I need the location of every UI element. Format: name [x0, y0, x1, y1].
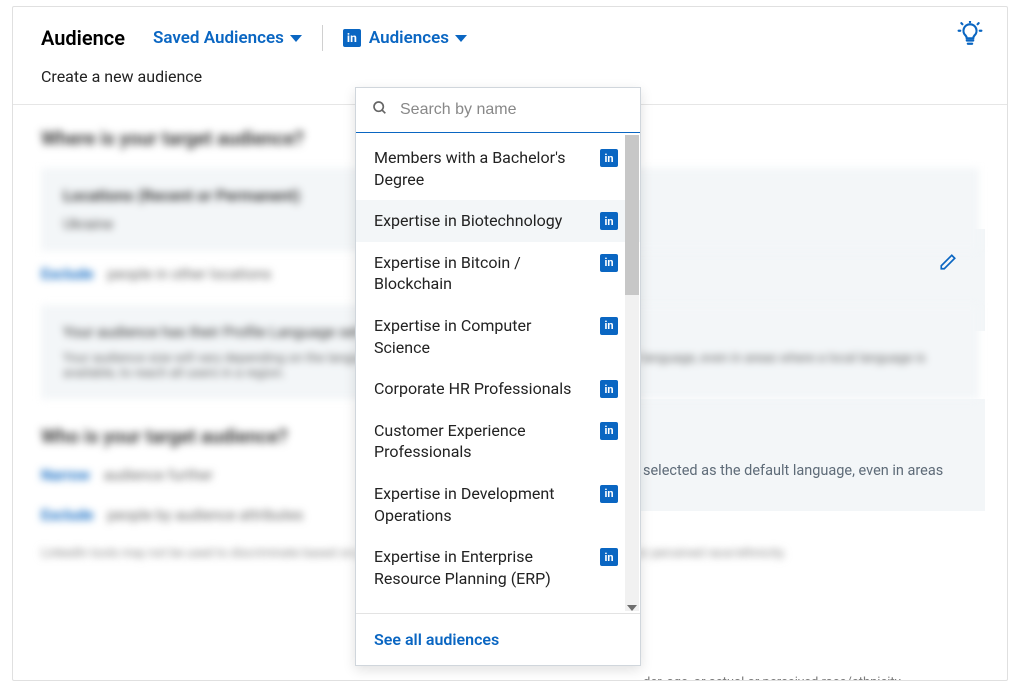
- dropdown-item[interactable]: Expertise in Development Operations in: [356, 473, 640, 536]
- dropdown-footer: See all audiences: [356, 613, 640, 665]
- lightbulb-icon: [957, 21, 983, 47]
- see-all-audiences-link[interactable]: See all audiences: [374, 630, 499, 649]
- linkedin-icon: in: [600, 254, 618, 272]
- chevron-down-icon: [290, 35, 302, 42]
- search-icon: [372, 100, 388, 120]
- scroll-down-arrow-icon[interactable]: [627, 605, 637, 611]
- dropdown-item[interactable]: Customer Experience Professionals in: [356, 410, 640, 473]
- dropdown-list[interactable]: Members with a Bachelor's DegreeinExpert…: [356, 133, 640, 613]
- exclude-locations-text: people in other locations: [107, 265, 271, 283]
- exclude-attr-text: people by audience attributes: [107, 506, 303, 524]
- audience-card: Audience Saved Audiences in Audiences Cr…: [12, 6, 1008, 681]
- page-title: Audience: [41, 26, 125, 50]
- narrow-text: audience further: [104, 466, 213, 484]
- dropdown-item[interactable]: Members with a Bachelor's Degree in: [356, 137, 640, 200]
- fine-print-visible-tail: der, age, or actual or perceived race/et…: [643, 675, 904, 681]
- linkedin-icon: in: [600, 212, 618, 230]
- vertical-divider: [322, 25, 323, 51]
- dropdown-item[interactable]: Expertise in Biotechnology in: [356, 200, 640, 242]
- linkedin-icon: in: [600, 317, 618, 335]
- audiences-label: Audiences: [369, 28, 449, 48]
- dropdown-item[interactable]: Expertise in Computer Science in: [356, 305, 640, 368]
- saved-audiences-dropdown[interactable]: Saved Audiences: [153, 28, 302, 48]
- dropdown-item-label: Members with a Bachelor's Degree: [374, 147, 574, 190]
- tips-button[interactable]: [957, 21, 983, 53]
- dropdown-search-row: [356, 88, 640, 133]
- saved-audiences-label: Saved Audiences: [153, 28, 284, 48]
- exclude-link[interactable]: Exclude: [41, 265, 94, 283]
- language-sub-visible-tail: selected as the default language, even i…: [643, 462, 943, 479]
- dropdown-item-label: Corporate HR Professionals: [374, 378, 571, 400]
- exclude-attr-link[interactable]: Exclude: [41, 506, 94, 524]
- dropdown-item-label: Expertise in Computer Science: [374, 315, 574, 358]
- dropdown-item-label: Expertise in Enterprise Resource Plannin…: [374, 546, 574, 589]
- dropdown-item[interactable]: Expertise in Enterprise Resource Plannin…: [356, 536, 640, 599]
- audiences-dropdown[interactable]: in Audiences: [343, 28, 467, 48]
- linkedin-icon: in: [600, 149, 618, 167]
- linkedin-icon: in: [600, 548, 618, 566]
- chevron-down-icon: [455, 35, 467, 42]
- audiences-dropdown-panel: Members with a Bachelor's DegreeinExpert…: [355, 87, 641, 666]
- dropdown-list-container: Members with a Bachelor's DegreeinExpert…: [356, 133, 640, 613]
- pencil-icon: [939, 253, 957, 271]
- dropdown-item-label: Customer Experience Professionals: [374, 420, 574, 463]
- dropdown-scrollbar-thumb[interactable]: [625, 135, 639, 295]
- dropdown-item[interactable]: Corporate HR Professionals in: [356, 368, 640, 410]
- linkedin-icon: in: [600, 422, 618, 440]
- edit-locations-button[interactable]: [939, 253, 957, 275]
- dropdown-item-label: Expertise in Bitcoin / Blockchain: [374, 252, 574, 295]
- dropdown-item-label: Expertise in Biotechnology: [374, 210, 562, 232]
- dropdown-item-label: Expertise in Development Operations: [374, 483, 574, 526]
- narrow-link[interactable]: Narrow: [41, 466, 90, 484]
- linkedin-icon: in: [600, 380, 618, 398]
- header-row: Audience Saved Audiences in Audiences: [13, 7, 1007, 51]
- linkedin-icon: in: [600, 485, 618, 503]
- linkedin-icon: in: [343, 29, 361, 47]
- dropdown-item[interactable]: Expertise in Bitcoin / Blockchain in: [356, 242, 640, 305]
- dropdown-search-input[interactable]: [398, 100, 624, 120]
